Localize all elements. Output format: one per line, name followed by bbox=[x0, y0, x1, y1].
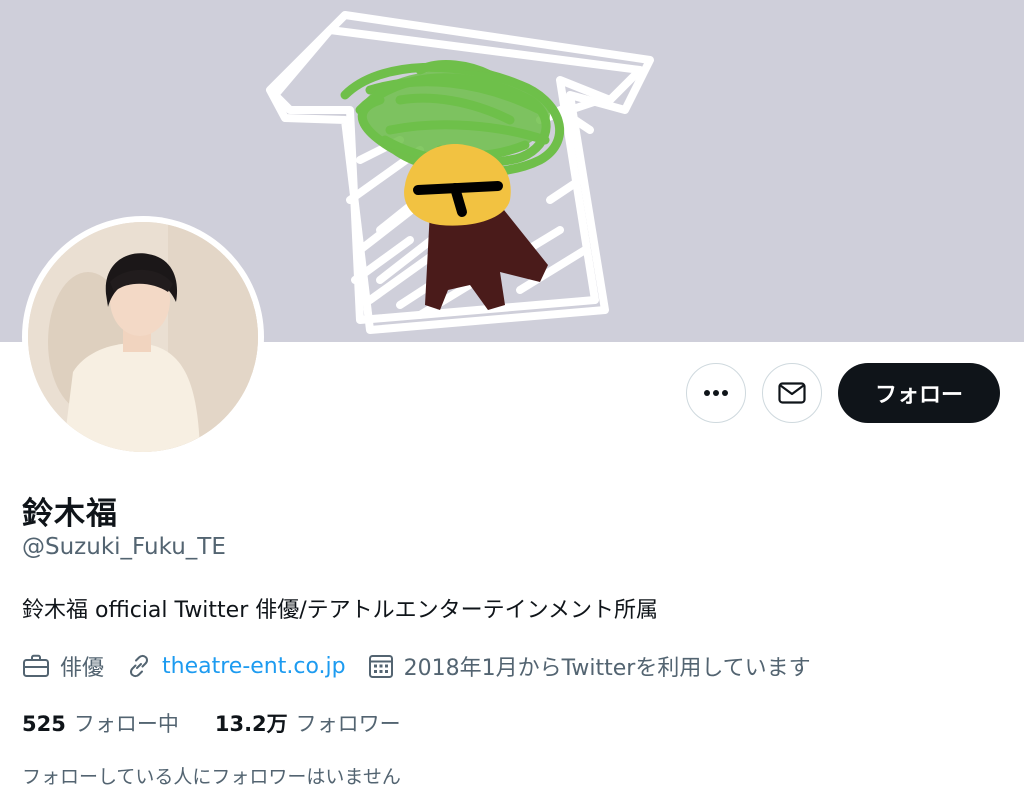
joined-item: 2018年1月からTwitterを利用しています bbox=[368, 650, 811, 682]
website-link[interactable]: theatre-ent.co.jp bbox=[162, 654, 346, 679]
follow-button[interactable]: フォロー bbox=[838, 363, 1000, 423]
envelope-icon bbox=[778, 382, 806, 404]
following-label: フォロー中 bbox=[73, 712, 179, 736]
following-stat[interactable]: 525 フォロー中 bbox=[22, 708, 179, 738]
follow-stats: 525 フォロー中 13.2万 フォロワー bbox=[22, 708, 437, 738]
avatar-ring[interactable] bbox=[22, 216, 264, 458]
followers-count: 13.2万 bbox=[214, 712, 288, 736]
followers-you-know-note: フォローしている人にフォロワーはいません bbox=[22, 766, 401, 788]
followers-label: フォロワー bbox=[295, 712, 401, 736]
calendar-icon bbox=[368, 653, 394, 679]
more-button[interactable] bbox=[686, 363, 746, 423]
avatar-photo bbox=[28, 222, 258, 452]
user-handle: @Suzuki_Fuku_TE bbox=[22, 534, 226, 560]
avatar[interactable] bbox=[28, 222, 258, 452]
occupation-item: 俳優 bbox=[22, 650, 104, 682]
link-icon bbox=[126, 653, 152, 679]
message-button[interactable] bbox=[762, 363, 822, 423]
followers-stat[interactable]: 13.2万 フォロワー bbox=[215, 708, 401, 738]
more-horizontal-icon bbox=[704, 390, 728, 396]
profile-meta: 俳優 theatre-ent.co.jp 2018年1月からTwitterを利用… bbox=[22, 648, 833, 684]
occupation-text: 俳優 bbox=[60, 656, 105, 681]
briefcase-icon bbox=[22, 653, 50, 679]
website-item[interactable]: theatre-ent.co.jp bbox=[126, 653, 346, 679]
joined-text: 2018年1月からTwitterを利用しています bbox=[403, 656, 811, 681]
display-name: 鈴木福 bbox=[22, 496, 118, 532]
following-count: 525 bbox=[22, 712, 66, 736]
bio-text: 鈴木福 official Twitter 俳優/テアトルエンターテインメント所属 bbox=[22, 598, 658, 623]
